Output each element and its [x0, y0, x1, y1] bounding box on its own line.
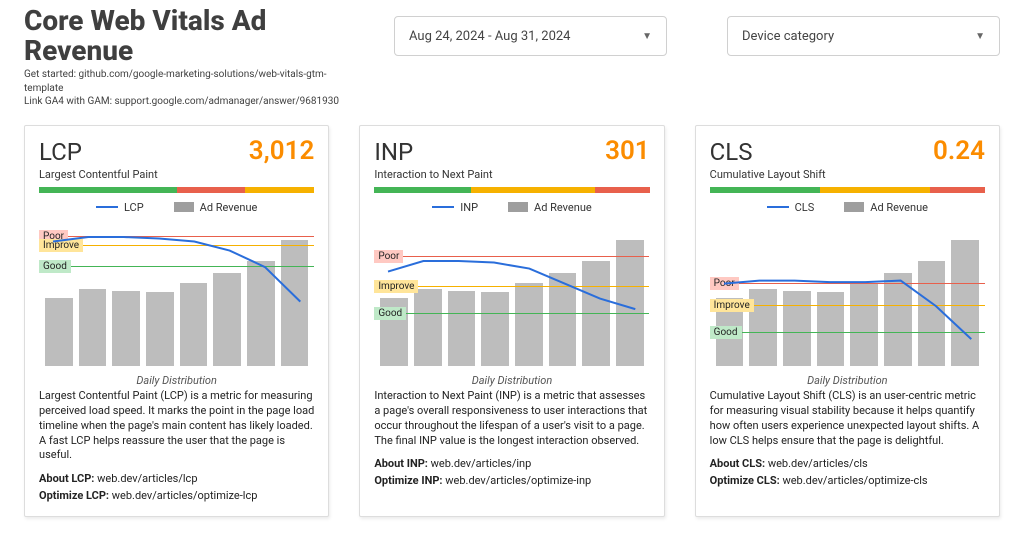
legend-line-icon [96, 206, 118, 208]
metric-description: Largest Contentful Paint (LCP) is a metr… [39, 389, 314, 463]
chart-inp: INP Ad Revenue PoorImproveGood Daily Dis… [374, 201, 649, 381]
legend-bar-icon [174, 202, 194, 212]
bar [817, 292, 845, 366]
metric-value: 0.24 [933, 136, 985, 166]
metric-abbr: LCP [39, 138, 82, 166]
metric-card-lcp: LCP 3,012 Largest Contentful Paint LCP A… [24, 125, 329, 517]
metric-name: Cumulative Layout Shift [710, 168, 985, 181]
date-range-value: Aug 24, 2024 - Aug 31, 2024 [409, 29, 570, 44]
device-category-dropdown[interactable]: Device category ▼ [727, 16, 1000, 56]
metric-card-inp: INP 301 Interaction to Next Paint INP Ad… [359, 125, 664, 517]
legend-bar-label: Ad Revenue [870, 201, 928, 214]
metric-value: 3,012 [249, 136, 315, 166]
device-category-value: Device category [742, 29, 834, 44]
threshold-line-good [374, 313, 649, 314]
threshold-label-good: Good [39, 260, 71, 273]
legend-line-icon [767, 206, 789, 208]
threshold-label-improve: Improve [710, 299, 754, 312]
link-ga4-line: Link GA4 with GAM: support.google.com/ad… [24, 95, 354, 109]
metric-card-cls: CLS 0.24 Cumulative Layout Shift CLS Ad … [695, 125, 1000, 517]
threshold-line-poor [710, 283, 985, 284]
legend-bar-label: Ad Revenue [534, 201, 592, 214]
threshold-line-good [710, 332, 985, 333]
date-range-dropdown[interactable]: Aug 24, 2024 - Aug 31, 2024 ▼ [394, 16, 667, 56]
threshold-label-poor: Poor [374, 250, 403, 263]
threshold-line-poor [374, 256, 649, 257]
bar [481, 292, 509, 366]
chart-caption: Daily Distribution [710, 374, 985, 387]
legend-bar-label: Ad Revenue [200, 201, 258, 214]
bar [213, 273, 241, 366]
threshold-bar [39, 187, 314, 193]
legend-line-label: CLS [795, 201, 815, 214]
bar [414, 289, 442, 366]
bar [918, 261, 946, 366]
get-started-line: Get started: github.com/google-marketing… [24, 68, 354, 95]
threshold-label-good: Good [374, 307, 406, 320]
bar [146, 292, 174, 366]
metric-abbr: INP [374, 138, 413, 166]
threshold-line-good [39, 266, 314, 267]
bar [79, 289, 107, 366]
threshold-label-improve: Improve [374, 280, 418, 293]
threshold-bar [710, 187, 985, 193]
bar [45, 298, 73, 366]
metric-name: Largest Contentful Paint [39, 168, 314, 181]
metric-value: 301 [605, 136, 650, 166]
metric-refs: About CLS: web.dev/articles/cls Optimize… [710, 456, 985, 489]
chart-cls: CLS Ad Revenue PoorImproveGood Daily Dis… [710, 201, 985, 381]
page-title: Core Web Vitals Ad Revenue [24, 6, 354, 66]
chevron-down-icon: ▼ [642, 31, 652, 42]
metric-abbr: CLS [710, 138, 753, 166]
chart-caption: Daily Distribution [39, 374, 314, 387]
legend-line-label: LCP [124, 201, 144, 214]
bar [281, 240, 309, 366]
threshold-bar [374, 187, 649, 193]
threshold-label-improve: Improve [39, 239, 83, 252]
metric-name: Interaction to Next Paint [374, 168, 649, 181]
metric-refs: About LCP: web.dev/articles/lcp Optimize… [39, 471, 314, 504]
metric-refs: About INP: web.dev/articles/inp Optimize… [374, 456, 649, 489]
bar [247, 261, 275, 366]
bar [783, 291, 811, 366]
chevron-down-icon: ▼ [975, 31, 985, 42]
bar [112, 291, 140, 366]
metric-description: Cumulative Layout Shift (CLS) is an user… [710, 389, 985, 448]
threshold-label-poor: Poor [710, 277, 739, 290]
legend-line-icon [432, 206, 454, 208]
bar [850, 283, 878, 366]
bar [884, 273, 912, 366]
legend-bar-icon [508, 202, 528, 212]
bar [951, 240, 979, 366]
chart-caption: Daily Distribution [374, 374, 649, 387]
metric-description: Interaction to Next Paint (INP) is a met… [374, 389, 649, 448]
threshold-line-poor [39, 236, 314, 237]
bar [180, 283, 208, 366]
bar [616, 240, 644, 366]
chart-lcp: LCP Ad Revenue PoorImproveGood Daily Dis… [39, 201, 314, 381]
threshold-label-good: Good [710, 326, 742, 339]
legend-bar-icon [844, 202, 864, 212]
bar [515, 283, 543, 366]
legend-line-label: INP [460, 201, 478, 214]
bar [448, 291, 476, 366]
